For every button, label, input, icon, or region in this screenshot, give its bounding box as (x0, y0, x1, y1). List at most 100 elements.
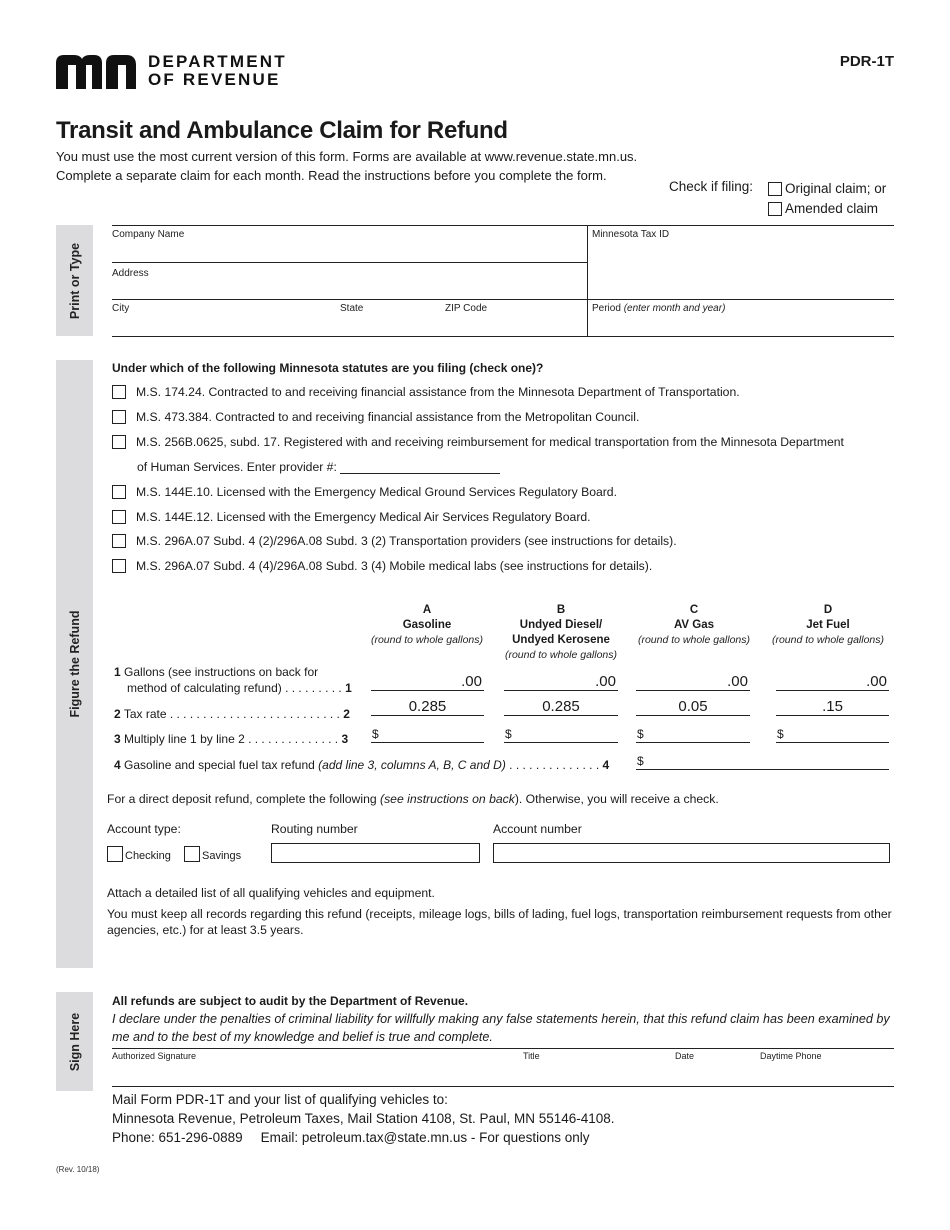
line-number: 1 (345, 681, 352, 695)
gallons-b-field[interactable]: .00 (504, 673, 618, 691)
address-field[interactable] (112, 279, 582, 298)
statute-option-2[interactable]: M.S. 473.384. Contracted to and receivin… (112, 410, 639, 424)
account-number-label: Account number (493, 822, 582, 836)
line-number: 3 (341, 732, 349, 746)
signature-field[interactable] (112, 1062, 512, 1085)
tax-id-field[interactable] (592, 240, 892, 298)
total-refund-field[interactable]: $ (636, 752, 889, 770)
gallons-a-field[interactable]: .00 (371, 673, 484, 691)
gallons-c-field[interactable]: .00 (636, 673, 750, 691)
amended-claim-checkbox[interactable] (768, 202, 782, 216)
original-claim-label: Original claim; or (785, 181, 887, 196)
divider (587, 225, 588, 336)
phone-field[interactable] (760, 1062, 892, 1085)
statute-checkbox[interactable] (112, 534, 126, 548)
savings-option[interactable]: Savings (184, 846, 241, 862)
filing-options: Original claim; or Amended claim (768, 179, 886, 219)
statute-checkbox[interactable] (112, 559, 126, 573)
account-type-label: Account type: (107, 822, 181, 836)
state-field[interactable] (340, 314, 440, 335)
gallons-d-field[interactable]: .00 (776, 673, 889, 691)
column-hint: (round to whole gallons) (637, 634, 751, 646)
zip-label: ZIP Code (445, 303, 488, 314)
statute-checkbox[interactable] (112, 385, 126, 399)
statute-question: Under which of the following Minnesota s… (112, 361, 544, 375)
statute-label: M.S. 256B.0625, subd. 17. Registered wit… (136, 435, 844, 449)
original-claim-checkbox[interactable] (768, 182, 782, 196)
statute-3-continued: of Human Services. Enter provider #: (137, 460, 500, 474)
agency-line-2: OF REVENUE (148, 70, 281, 89)
statute-checkbox[interactable] (112, 435, 126, 449)
column-letter: B (556, 604, 566, 616)
line-number: 3 (114, 732, 121, 746)
zip-field[interactable] (445, 314, 583, 335)
divider (112, 336, 894, 337)
company-name-label: Company Name (112, 229, 185, 240)
period-label: Period (enter month and year) (592, 303, 725, 314)
company-name-field[interactable] (112, 240, 582, 261)
mn-logo-icon (56, 55, 136, 89)
amount-d-field[interactable]: $ (776, 725, 889, 743)
statute-option-7[interactable]: M.S. 296A.07 Subd. 4 (4)/296A.08 Subd. 3… (112, 559, 652, 573)
amount-b-field[interactable]: $ (504, 725, 618, 743)
checking-checkbox[interactable] (107, 846, 123, 862)
address-label: Address (112, 268, 149, 279)
date-field[interactable] (675, 1062, 755, 1085)
column-hint: (round to whole gallons) (504, 649, 618, 661)
divider (112, 1048, 894, 1049)
savings-checkbox[interactable] (184, 846, 200, 862)
column-name: Jet Fuel (806, 619, 850, 631)
statute-label: M.S. 174.24. Contracted to and receiving… (136, 385, 740, 399)
statute-option-6[interactable]: M.S. 296A.07 Subd. 4 (2)/296A.08 Subd. 3… (112, 534, 677, 548)
amount-c-field[interactable]: $ (636, 725, 750, 743)
statute-label: M.S. 144E.12. Licensed with the Emergenc… (136, 510, 591, 524)
original-claim-option[interactable]: Original claim; or (768, 179, 886, 199)
period-field[interactable] (592, 314, 892, 335)
column-hint: (round to whole gallons) (771, 634, 885, 646)
intro-text: You must use the most current version of… (56, 147, 637, 185)
column-letter: D (823, 604, 833, 616)
statute-checkbox[interactable] (112, 485, 126, 499)
statute-checkbox[interactable] (112, 510, 126, 524)
line-3-text: Multiply line 1 by line 2 . . . . . . . … (124, 732, 339, 746)
line-number: 2 (343, 707, 350, 721)
amended-claim-option[interactable]: Amended claim (768, 199, 886, 219)
line-number: 1 (114, 665, 121, 679)
figure-refund-tab: Figure the Refund (56, 360, 93, 968)
statute-option-5[interactable]: M.S. 144E.12. Licensed with the Emergenc… (112, 510, 591, 524)
intro-line-2: Complete a separate claim for each month… (56, 168, 607, 183)
account-number-input[interactable] (493, 843, 890, 863)
statute-label: M.S. 296A.07 Subd. 4 (4)/296A.08 Subd. 3… (136, 559, 653, 573)
phone-label: Daytime Phone (760, 1051, 822, 1061)
contact-phone: Phone: 651-296-0889 (112, 1130, 243, 1145)
deposit-text-b: ). Otherwise, you will receive a check. (514, 792, 719, 806)
column-letter: A (422, 604, 432, 616)
routing-number-label: Routing number (271, 822, 358, 836)
amount-a-field[interactable]: $ (371, 725, 484, 743)
city-field[interactable] (112, 314, 332, 335)
contact-line: Phone: 651-296-0889 Email: petroleum.tax@… (112, 1128, 615, 1147)
title-field[interactable] (523, 1062, 668, 1085)
sign-here-tab-label: Sign Here (67, 1012, 82, 1071)
divider (112, 1086, 894, 1087)
amended-claim-label: Amended claim (785, 201, 879, 216)
line-number: 4 (114, 758, 121, 772)
provider-number-field[interactable] (339, 462, 500, 474)
statute-option-3[interactable]: M.S. 256B.0625, subd. 17. Registered wit… (112, 435, 844, 449)
column-a-header: A Gasoline (round to whole gallons) (362, 603, 492, 648)
routing-number-input[interactable] (271, 843, 480, 863)
line-2-label: 2 Tax rate . . . . . . . . . . . . . . .… (114, 706, 350, 722)
statute-option-4[interactable]: M.S. 144E.10. Licensed with the Emergenc… (112, 485, 617, 499)
divider (112, 262, 588, 263)
line-number: 2 (114, 707, 121, 721)
rate-b-field: 0.285 (504, 698, 618, 716)
column-hint: (round to whole gallons) (370, 634, 484, 646)
statute-checkbox[interactable] (112, 410, 126, 424)
column-c-header: C AV Gas (round to whole gallons) (629, 603, 759, 648)
statute-option-1[interactable]: M.S. 174.24. Contracted to and receiving… (112, 385, 740, 399)
statute-label: M.S. 296A.07 Subd. 4 (2)/296A.08 Subd. 3… (136, 534, 677, 548)
line-number: 4 (602, 758, 610, 772)
checking-option[interactable]: Checking (107, 846, 171, 862)
savings-label: Savings (202, 850, 242, 862)
line-1-label: 1 Gallons (see instructions on back for … (114, 664, 352, 696)
